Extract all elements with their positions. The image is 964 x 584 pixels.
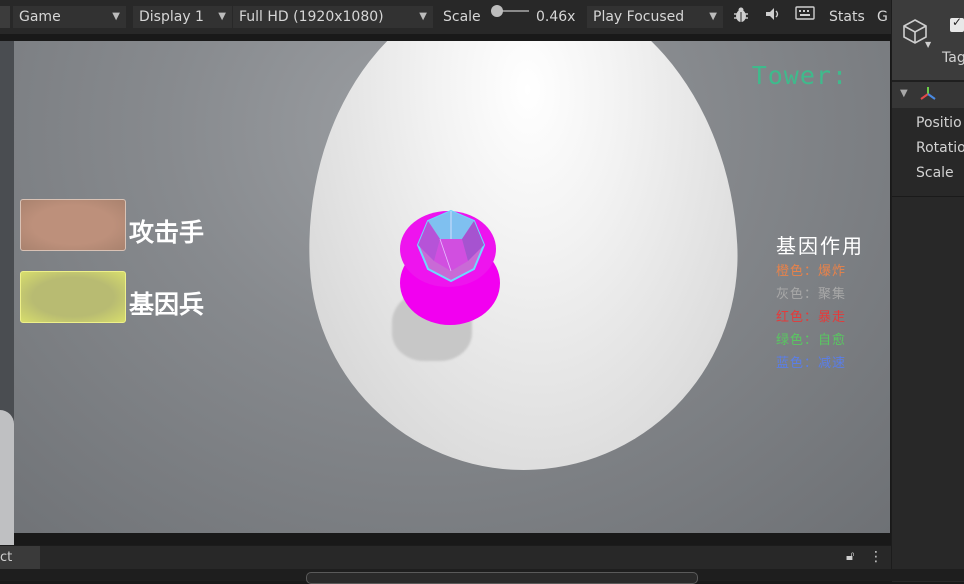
gizmos-button[interactable]: G: [872, 6, 891, 28]
gizmos-label: G: [877, 9, 888, 25]
project-tab-label: ct: [0, 550, 13, 565]
gene-legend-row: 灰色：聚集: [776, 287, 847, 302]
resolution-dropdown[interactable]: Full HD (1920x1080) ▼: [233, 6, 433, 28]
gene-legend-row: 红色：暴走: [776, 310, 847, 325]
chevron-down-icon: ▼: [709, 11, 717, 22]
speaker-icon[interactable]: [760, 6, 786, 28]
search-input[interactable]: [306, 572, 698, 584]
more-options-icon[interactable]: ⋮: [869, 549, 883, 565]
gene-legend-row: 蓝色：减速: [776, 356, 847, 371]
tower-label: Tower:: [751, 61, 848, 90]
scale-field-label: Scale: [916, 165, 954, 181]
left-panel-shape: [0, 410, 14, 545]
display-dropdown[interactable]: Display 1 ▼: [133, 6, 232, 28]
chevron-down-icon: ▼: [419, 11, 427, 22]
inspector-header: ▼ ✓ Tag: [892, 0, 964, 80]
transform-header[interactable]: ▼: [892, 82, 964, 108]
chevron-down-icon: ▼: [112, 11, 120, 22]
inspector-empty-area: [892, 196, 964, 582]
foldout-arrow-icon[interactable]: ▼: [900, 88, 908, 99]
inspector-panel: ▼ ✓ Tag ▼ Positio Rotatio Scale: [891, 0, 964, 582]
chevron-down-icon: ▼: [218, 11, 226, 22]
keyboard-icon[interactable]: [792, 6, 818, 28]
transform-icon: [920, 87, 936, 100]
project-tab[interactable]: ct: [0, 546, 40, 570]
gene-legend-row: 橙色：爆炸: [776, 264, 847, 279]
scale-value: 0.46x: [536, 9, 576, 25]
toolbar-left-stub: [0, 6, 10, 28]
tag-label: Tag: [942, 50, 964, 66]
gene-soldier-button-label: 基因兵: [129, 290, 205, 319]
position-label: Positio: [916, 115, 962, 131]
scale-label: Scale: [443, 9, 481, 25]
egg-platform: [295, 41, 749, 481]
attacker-button-label: 攻击手: [129, 218, 205, 247]
bug-icon[interactable]: [728, 6, 754, 28]
stats-button[interactable]: Stats: [823, 6, 873, 28]
bottom-panel-tabbar: ct 🔓︎ ⋮: [0, 545, 891, 570]
chevron-down-icon[interactable]: ▼: [925, 40, 931, 49]
gene-soldier-button[interactable]: [20, 271, 126, 323]
crystal-gem: [416, 209, 486, 283]
game-type-label: Game: [19, 9, 61, 25]
game-viewport[interactable]: Tower: 攻击手 基因兵 基因作用 橙色：爆炸 灰色：聚集 红色：暴走 绿色…: [14, 41, 890, 533]
attacker-button[interactable]: [20, 199, 126, 251]
display-label: Display 1: [139, 9, 204, 25]
scale-slider[interactable]: [491, 5, 529, 17]
resolution-label: Full HD (1920x1080): [239, 9, 384, 25]
scale-slider-handle[interactable]: [491, 5, 503, 17]
gene-legend-row: 绿色：自愈: [776, 333, 847, 348]
active-checkbox[interactable]: ✓: [950, 15, 964, 32]
lock-icon[interactable]: 🔓︎: [846, 549, 854, 564]
rotation-label: Rotatio: [916, 140, 964, 156]
game-type-dropdown[interactable]: Game ▼: [13, 6, 126, 28]
play-mode-label: Play Focused: [593, 9, 685, 25]
stats-label: Stats: [829, 9, 865, 25]
play-mode-dropdown[interactable]: Play Focused ▼: [587, 6, 723, 28]
game-view-toolbar: Game ▼ Display 1 ▼ Full HD (1920x1080) ▼…: [0, 0, 891, 34]
gene-legend-title: 基因作用: [776, 234, 864, 258]
